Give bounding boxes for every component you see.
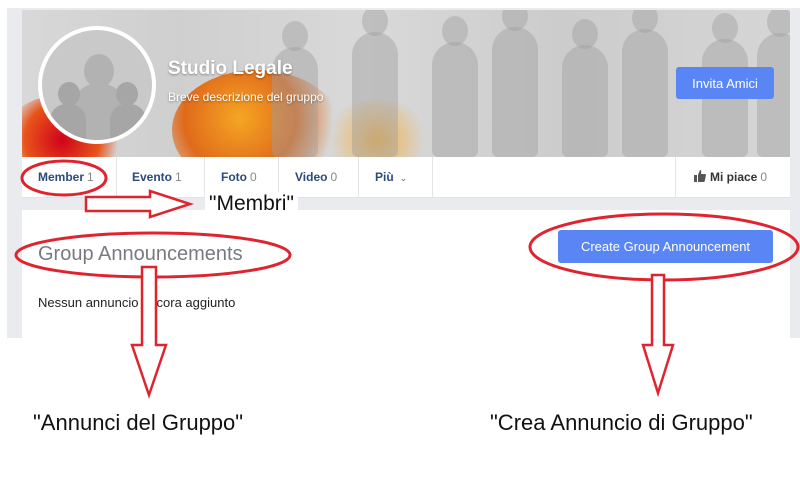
tab-evento[interactable]: Evento 1 — [117, 157, 205, 197]
create-announcement-button[interactable]: Create Group Announcement — [558, 230, 773, 263]
group-description: Breve descrizione del gruppo — [168, 90, 324, 104]
chevron-down-icon: ⌄ — [399, 173, 408, 183]
tab-more[interactable]: Più ⌄ — [359, 157, 433, 197]
annunci-callout: "Annunci del Gruppo" — [33, 410, 244, 435]
invite-friends-button[interactable]: Invita Amici — [676, 67, 774, 99]
tab-evento-label: Evento — [132, 170, 173, 184]
tab-member-label: Member — [38, 170, 85, 184]
like-label: Mi piace — [710, 170, 758, 184]
tab-evento-count: 1 — [175, 170, 182, 184]
tab-foto-count: 0 — [250, 170, 257, 184]
tab-member-count: 1 — [87, 170, 94, 184]
crea-annuncio-callout: "Crea Annuncio di Gruppo" — [490, 410, 753, 435]
like-count: 0 — [760, 170, 768, 184]
tab-more-label: Più — [375, 170, 394, 184]
membri-callout: "Membri" — [205, 192, 298, 216]
tab-video-count: 0 — [330, 170, 338, 184]
tab-foto[interactable]: Foto 0 — [205, 157, 279, 197]
group-avatar[interactable] — [38, 26, 156, 144]
tab-video-label: Video — [295, 170, 328, 184]
thumbs-up-icon — [694, 158, 706, 198]
group-name: Studio Legale — [168, 58, 293, 79]
tab-foto-label: Foto — [221, 170, 247, 184]
announcements-title: Group Announcements — [38, 243, 243, 265]
like-button[interactable]: Mi piace 0 — [675, 157, 790, 197]
tab-member[interactable]: Member 1 — [22, 157, 117, 197]
tab-video[interactable]: Video 0 — [279, 157, 359, 197]
group-tabs: Member 1 Evento 1 Foto 0 Video 0 Più ⌄ Mi pia… — [22, 157, 790, 198]
empty-announcements-text: Nessun annuncio ancora aggiunto — [38, 295, 236, 310]
